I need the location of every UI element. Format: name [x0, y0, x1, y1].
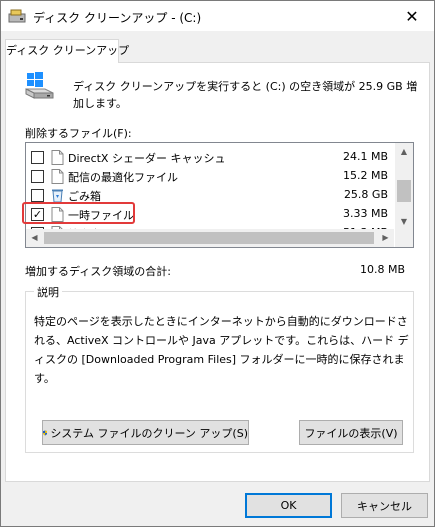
window-title: ディスク クリーンアップ - (C:) — [33, 11, 202, 25]
file-checkbox[interactable] — [31, 170, 44, 183]
view-files-button[interactable]: ファイルの表示(V) — [299, 420, 403, 445]
file-list-item[interactable]: DirectX シェーダー キャッシュ 24.1 MB — [26, 148, 394, 167]
intro-text: ディスク クリーンアップを実行すると (C:) の空き領域が 25.9 GB 増… — [73, 80, 418, 110]
recycle-bin-icon — [52, 189, 63, 203]
scroll-down-icon[interactable]: ▼ — [395, 213, 413, 230]
tab-panel: ディスク クリーンアップを実行すると (C:) の空き領域が 25.9 GB 増… — [5, 62, 430, 482]
files-to-delete-label: 削除するファイル(F): — [25, 127, 132, 140]
disk-cleanup-window: ディスク クリーンアップ - (C:) ✕ ディスク クリーンアップ ディスク … — [0, 0, 435, 527]
file-size: 24.1 MB — [342, 150, 388, 163]
description-text: 特定のページを表示したときにインターネットから自動的にダウンロードされる、Act… — [34, 315, 409, 385]
file-name: 配信の最適化ファイル — [68, 171, 178, 184]
uac-shield-icon — [43, 430, 48, 435]
file-size: 3.33 MB — [342, 207, 388, 220]
horizontal-scrollbar[interactable]: ◀ ▶ — [26, 229, 394, 247]
disk-cleanup-icon — [8, 9, 26, 23]
description-group: 説明 特定のページを表示したときにインターネットから自動的にダウンロードされる、… — [25, 284, 414, 453]
file-size: 15.2 MB — [342, 169, 388, 182]
scroll-left-icon[interactable]: ◀ — [26, 229, 43, 247]
file-icon — [51, 169, 64, 184]
system-files-cleanup-label: システム ファイルのクリーン アップ(S) — [50, 426, 248, 440]
file-name: DirectX シェーダー キャッシュ — [68, 152, 226, 165]
scrollbar-corner — [395, 229, 413, 247]
file-size: 25.8 GB — [343, 188, 388, 201]
vertical-scroll-thumb[interactable] — [397, 180, 411, 202]
vertical-scrollbar[interactable]: ▲ ▼ — [395, 143, 413, 230]
system-files-cleanup-button[interactable]: システム ファイルのクリーン アップ(S) — [42, 420, 249, 445]
scroll-up-icon[interactable]: ▲ — [395, 143, 413, 160]
drive-icon — [25, 72, 54, 99]
file-checkbox[interactable] — [31, 189, 44, 202]
space-gain-label: 増加するディスク領域の合計: — [25, 265, 171, 278]
tab-disk-cleanup[interactable]: ディスク クリーンアップ — [5, 39, 129, 63]
files-listbox[interactable]: DirectX シェーダー キャッシュ 24.1 MB 配信の最適化ファイル 15.2… — [25, 142, 414, 248]
title-bar[interactable]: ディスク クリーンアップ - (C:) ✕ — [1, 1, 434, 31]
close-button[interactable]: ✕ — [390, 1, 434, 31]
file-checkbox[interactable] — [31, 151, 44, 164]
space-gain-value: 10.8 MB — [359, 263, 405, 276]
file-icon — [51, 150, 64, 165]
description-title: 説明 — [34, 284, 62, 300]
cancel-button[interactable]: キャンセル — [341, 493, 428, 518]
selection-highlight-box — [22, 202, 135, 224]
ok-button[interactable]: OK — [245, 493, 332, 518]
horizontal-scroll-thumb[interactable] — [44, 232, 374, 244]
close-icon: ✕ — [405, 6, 419, 26]
scroll-right-icon[interactable]: ▶ — [377, 229, 394, 247]
file-list-item[interactable]: 配信の最適化ファイル 15.2 MB — [26, 167, 394, 186]
